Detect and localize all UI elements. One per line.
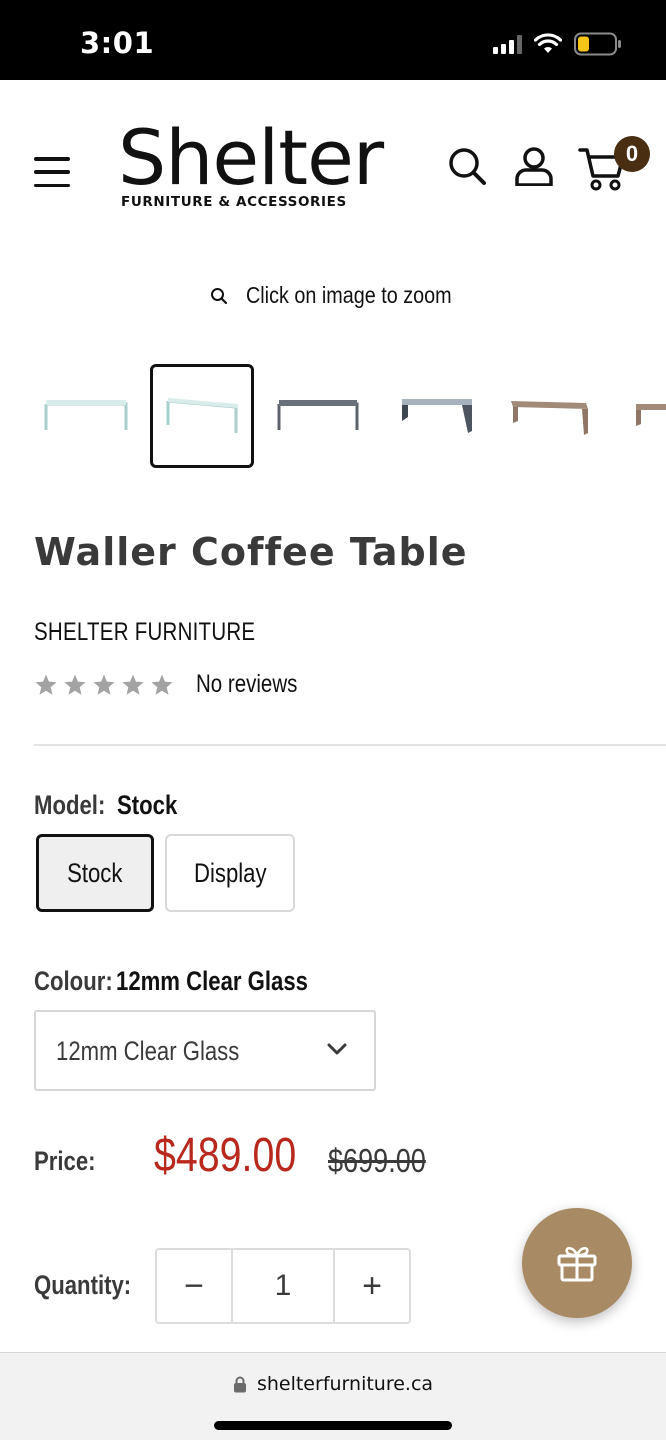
star-icon — [35, 674, 57, 695]
logo[interactable]: Shelter FURNITURE & ACCESSORIES — [118, 118, 384, 218]
wifi-icon — [534, 33, 562, 53]
model-option-label: Stock — [67, 857, 123, 888]
quantity-stepper: − 1 + — [155, 1248, 411, 1324]
colour-label: Colour: — [34, 966, 113, 996]
thumbnail-strip — [34, 364, 666, 468]
thumbnail-3[interactable] — [266, 364, 370, 468]
cart-count-badge: 0 — [614, 136, 650, 172]
price-label: Price: — [34, 1146, 96, 1176]
battery-icon — [574, 32, 621, 56]
star-icon — [122, 674, 144, 695]
status-icons — [493, 30, 622, 58]
model-label: Model: — [34, 790, 106, 820]
quantity-label: Quantity: — [34, 1270, 132, 1300]
compare-at-price: $699.00 — [328, 1142, 426, 1179]
url-display[interactable]: shelterfurniture.ca — [0, 1373, 666, 1395]
lock-icon — [233, 1376, 246, 1392]
star-rating — [34, 673, 174, 697]
chevron-down-icon — [327, 1043, 347, 1055]
status-time: 3:01 — [80, 26, 155, 60]
thumbnail-image — [402, 399, 472, 433]
gift-icon — [557, 1246, 597, 1282]
search-icon[interactable] — [447, 146, 487, 186]
browser-address-bar[interactable]: shelterfurniture.ca — [0, 1352, 666, 1440]
thumbnail-2[interactable] — [150, 364, 254, 468]
thumbnail-5[interactable] — [498, 364, 602, 468]
star-icon — [151, 674, 173, 695]
quantity-increase-button[interactable]: + — [335, 1250, 409, 1322]
signal-icon — [493, 34, 522, 54]
thumbnail-4[interactable] — [382, 364, 486, 468]
product-title: Waller Coffee Table — [34, 530, 468, 574]
thumbnail-image — [636, 404, 666, 426]
thumbnail-image — [166, 398, 238, 433]
colour-label-row: Colour: 12mm Clear Glass — [34, 966, 350, 997]
thumbnail-image — [44, 400, 128, 430]
star-icon — [64, 674, 86, 695]
status-bar: 3:01 — [0, 0, 666, 80]
model-option-label: Display — [193, 857, 267, 888]
model-option-stock[interactable]: Stock — [36, 834, 154, 912]
sale-price: $489.00 — [154, 1129, 297, 1182]
colour-selected-value: 12mm Clear Glass — [115, 966, 308, 996]
thumbnail-image — [511, 401, 588, 435]
hamburger-menu-icon[interactable] — [34, 157, 70, 187]
thumbnail-6[interactable] — [614, 364, 666, 468]
colour-select-value: 12mm Clear Glass — [56, 1036, 240, 1066]
zoom-hint: Click on image to zoom — [0, 282, 666, 309]
star-icon — [93, 674, 115, 695]
divider — [34, 744, 666, 746]
vendor-link[interactable]: SHELTER FURNITURE — [34, 618, 255, 647]
home-indicator[interactable] — [214, 1421, 452, 1430]
logo-subtitle: FURNITURE & ACCESSORIES — [121, 194, 347, 210]
thumbnail-1[interactable] — [34, 364, 138, 468]
model-label-row: Model: Stock — [34, 790, 191, 821]
zoom-hint-text: Click on image to zoom — [246, 282, 453, 308]
quantity-input[interactable]: 1 — [231, 1250, 335, 1322]
rating-row[interactable]: No reviews — [34, 670, 320, 699]
logo-title: Shelter — [118, 113, 384, 202]
quantity-decrease-button[interactable]: − — [157, 1250, 231, 1322]
user-icon[interactable] — [514, 146, 554, 186]
colour-select[interactable]: 12mm Clear Glass — [34, 1010, 376, 1091]
gift-button[interactable] — [522, 1208, 632, 1318]
zoom-search-icon — [211, 287, 228, 304]
reviews-link[interactable]: No reviews — [196, 670, 297, 699]
url-text: shelterfurniture.ca — [256, 1373, 434, 1395]
thumbnail-image — [277, 400, 359, 430]
site-header: Shelter FURNITURE & ACCESSORIES 0 — [0, 80, 666, 262]
model-selected-value: Stock — [117, 790, 178, 820]
model-option-display[interactable]: Display — [165, 834, 295, 912]
